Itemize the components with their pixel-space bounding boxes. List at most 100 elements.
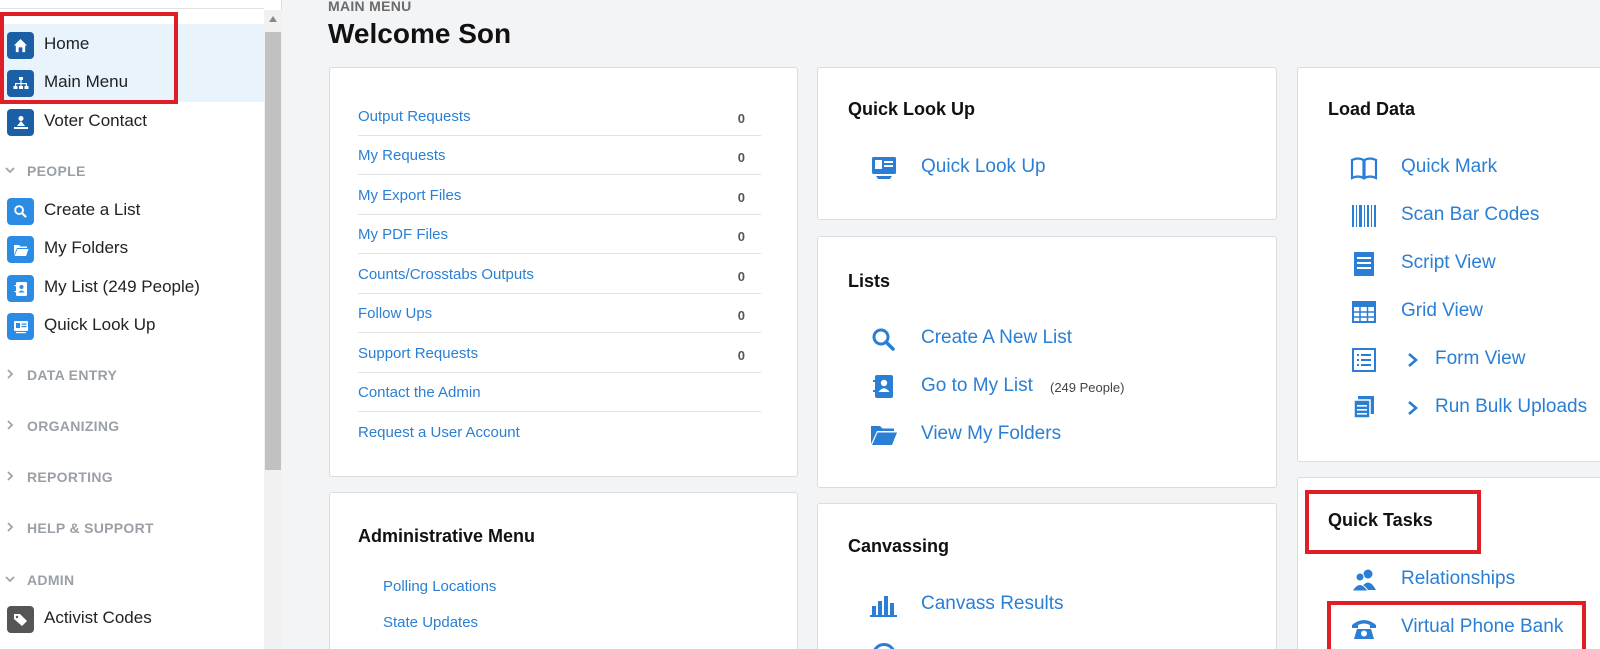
card-title: Quick Tasks [1328,510,1433,530]
admin-link-polling-locations[interactable]: Polling Locations [383,578,496,595]
link-text: Virtual Phone Bank [1401,616,1564,637]
list-item[interactable]: My Requests 0 [358,136,761,175]
sidebar-section-reporting[interactable]: REPORTING [0,466,264,488]
sidebar-scrollbar[interactable] [264,10,282,649]
card-title: Administrative Menu [358,526,536,546]
relationships-link[interactable]: Relationships [1350,564,1600,596]
request-link[interactable]: My Requests [358,147,446,164]
id-card-icon [7,313,34,340]
sidebar: Home Main Menu Voter Contact PEOPLE Crea… [0,0,282,649]
grid-view-link[interactable]: Grid View [1350,296,1600,328]
sidebar-section-help-support[interactable]: HELP & SUPPORT [0,517,264,539]
sidebar-item-quick-look-up[interactable]: Quick Look Up [0,306,264,344]
section-label: HELP & SUPPORT [27,520,154,536]
folder-open-icon [871,426,897,445]
form-icon [1352,348,1376,372]
request-count: 0 [737,150,745,165]
sidebar-item-activist-codes[interactable]: Activist Codes [0,599,264,637]
search-icon [872,328,895,351]
chevron-right-icon [7,522,14,532]
request-count: 0 [737,229,745,244]
list-item[interactable]: Support Requests 0 [358,334,761,373]
tags-icon [7,606,34,633]
card-title: Canvassing [848,536,950,556]
quick-lookup-card: Quick Look Up Quick Look Up [817,67,1277,220]
sidebar-item-create-list[interactable]: Create a List [0,191,264,229]
home-icon [7,32,34,59]
list-item[interactable]: Contact the Admin [358,373,761,412]
request-link[interactable]: Counts/Crosstabs Outputs [358,266,534,283]
chevron-down-icon [5,576,15,583]
link-text: View My Folders [921,423,1062,444]
sitemap-icon [7,70,34,97]
id-card-icon [872,157,896,179]
sidebar-section-data-entry[interactable]: DATA ENTRY [0,364,264,386]
quick-mark-link[interactable]: Quick Mark [1350,152,1600,184]
bulk-upload-icon [1353,396,1374,419]
folder-icon [7,236,34,263]
link-text: Quick Look Up [921,156,1046,177]
sidebar-item-label: Activist Codes [44,608,152,627]
list-item[interactable]: Counts/Crosstabs Outputs 0 [358,255,761,294]
sidebar-section-organizing[interactable]: ORGANIZING [0,415,264,437]
request-link[interactable]: My Export Files [358,187,461,204]
sidebar-item-home[interactable]: Home [0,25,264,63]
request-link[interactable]: Request a User Account [358,424,520,441]
list-item[interactable]: My PDF Files 0 [358,215,761,254]
scan-bar-codes-link[interactable]: Scan Bar Codes [1350,200,1600,232]
section-label: PEOPLE [27,163,86,179]
section-label: ORGANIZING [27,418,120,434]
sidebar-section-admin[interactable]: ADMIN [0,569,264,591]
script-icon [1354,252,1374,276]
chevron-right-icon [1408,353,1418,367]
request-link[interactable]: Support Requests [358,345,478,362]
create-new-list-link[interactable]: Create A New List [870,323,1200,355]
scrollbar-thumb[interactable] [265,32,281,470]
sidebar-item-my-list[interactable]: My List (249 People) [0,268,264,306]
chevron-right-icon [7,471,14,481]
link-text: Relationships [1401,568,1516,589]
sidebar-item-voter-contact[interactable]: Voter Contact [0,102,264,140]
sidebar-item-label: Quick Look Up [44,315,156,334]
section-label: DATA ENTRY [27,367,118,383]
canvass-results-link[interactable]: Canvass Results [870,589,1200,621]
scroll-up-arrow-icon[interactable] [269,16,277,22]
request-count: 0 [737,308,745,323]
virtual-phone-bank-link[interactable]: Virtual Phone Bank [1350,612,1600,644]
contact-book-icon [873,375,893,398]
section-label: REPORTING [27,469,113,485]
card-title: Load Data [1328,99,1416,119]
form-view-link[interactable]: Form View [1350,344,1600,376]
sidebar-item-main-menu[interactable]: Main Menu [0,63,264,101]
request-link[interactable]: Contact the Admin [358,384,481,401]
link-text: Run Bulk Uploads [1435,396,1588,417]
link-text: Grid View [1401,300,1484,321]
run-bulk-uploads-link[interactable]: Run Bulk Uploads [1350,392,1600,424]
sidebar-item-my-folders[interactable]: My Folders [0,229,264,267]
request-count: 0 [737,348,745,363]
chevron-right-icon [1408,401,1418,415]
sidebar-item-label: Voter Contact [44,111,148,130]
list-item[interactable]: Output Requests 0 [358,97,761,136]
view-my-folders-link[interactable]: View My Folders [870,419,1200,451]
request-link[interactable]: Output Requests [358,108,471,125]
request-count: 0 [737,269,745,284]
request-count: 0 [737,111,745,126]
sidebar-item-label: My Folders [44,238,129,257]
request-link[interactable]: Follow Ups [358,305,432,322]
list-item[interactable]: My Export Files 0 [358,176,761,215]
quick-lookup-link[interactable]: Quick Look Up [870,152,1200,184]
contact-book-icon [7,275,34,302]
list-item[interactable]: Follow Ups 0 [358,294,761,333]
admin-link-state-updates[interactable]: State Updates [383,614,478,631]
link-text: Form View [1435,348,1526,369]
go-to-my-list-link[interactable]: Go to My List (249 People) [870,371,1200,403]
request-link[interactable]: My PDF Files [358,226,448,243]
script-view-link[interactable]: Script View [1350,248,1600,280]
sidebar-section-people[interactable]: PEOPLE [0,160,264,182]
chevron-down-icon [5,167,15,174]
sidebar-item-label: Create a List [44,200,141,219]
phone-icon [1352,620,1376,639]
list-item[interactable]: Request a User Account [358,413,761,452]
link-text: Create A New List [921,327,1073,348]
